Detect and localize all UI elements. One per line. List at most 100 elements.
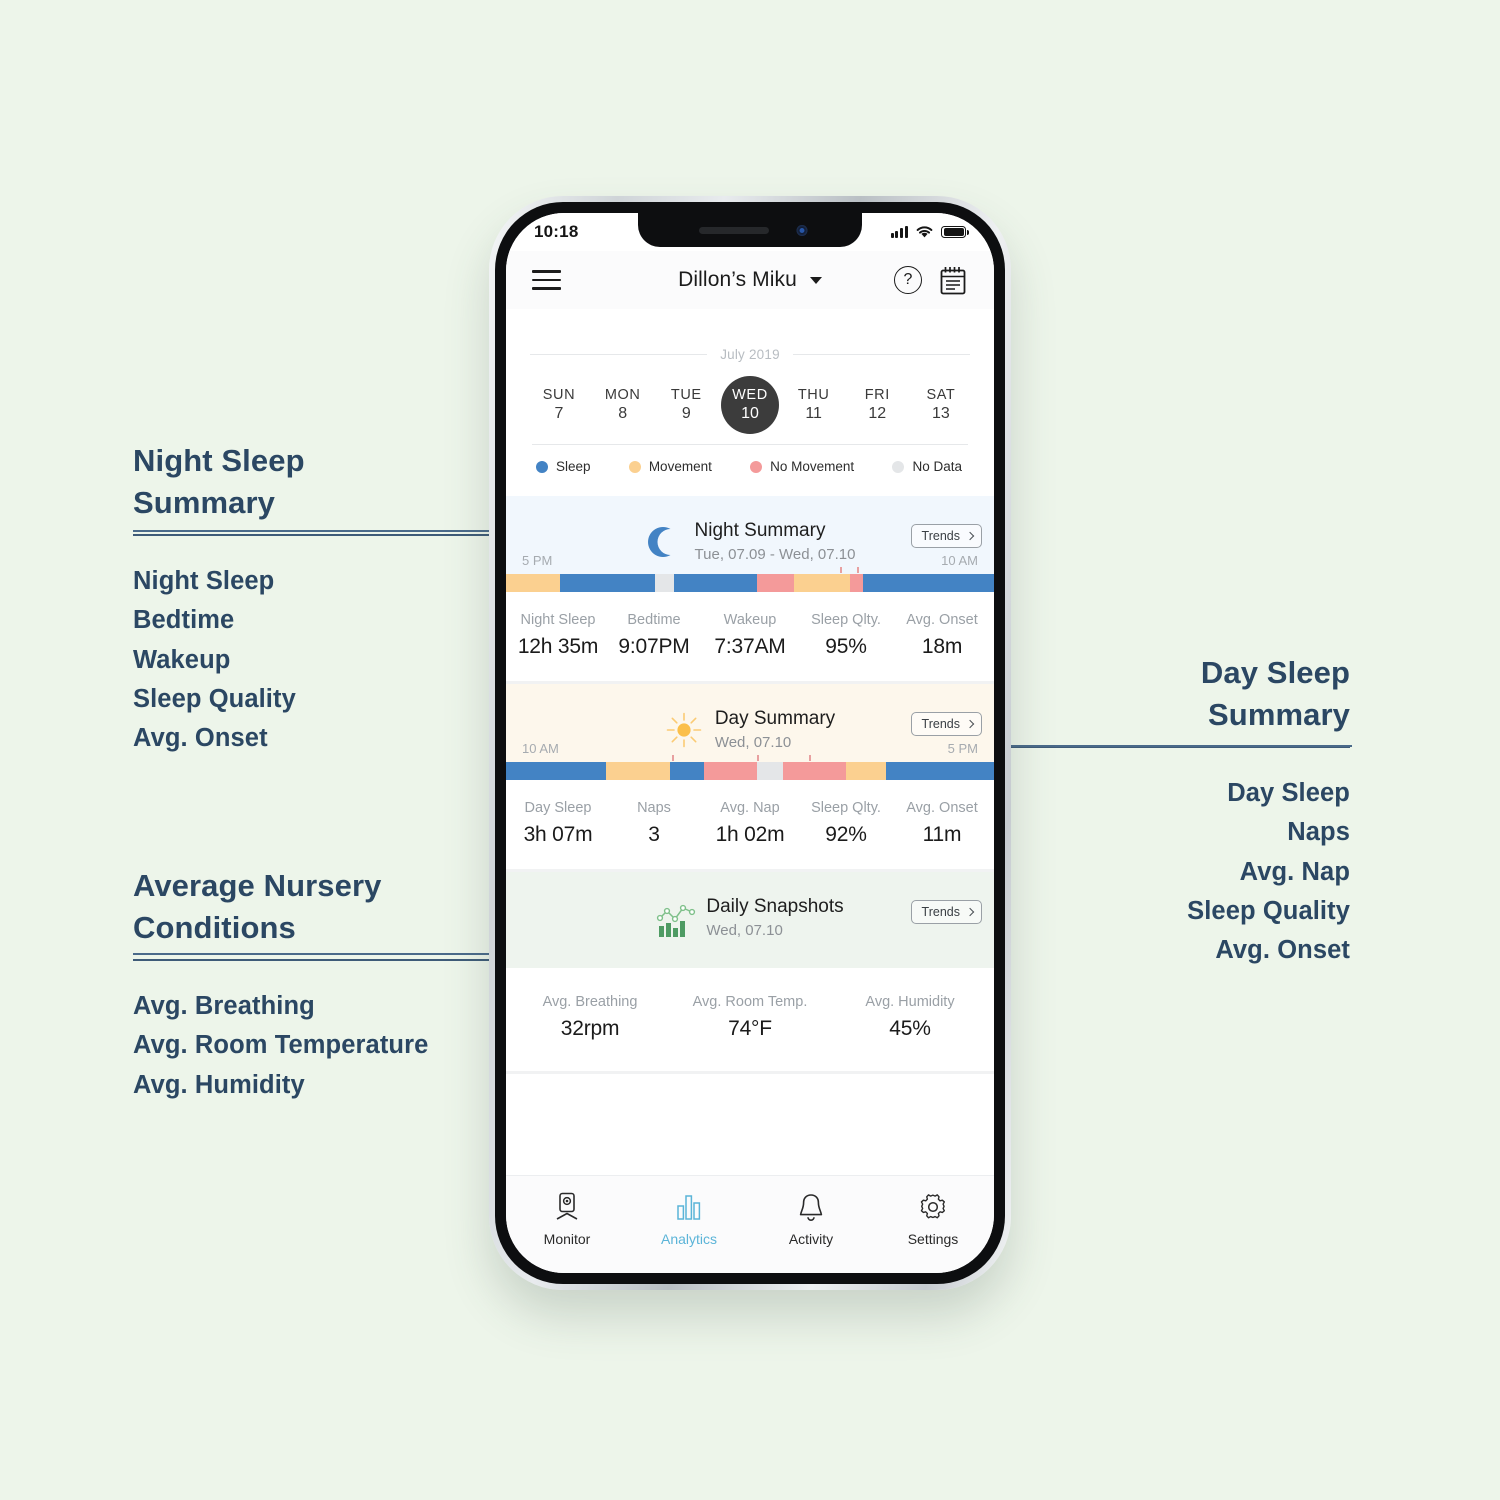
phone-screen: 10:18 Dillon’s Miku ? July 2019 SUN 7 MO…: [506, 213, 994, 1273]
nav-actions: ?: [894, 265, 968, 296]
timeline-tick: [757, 755, 760, 762]
calendar-month-label: July 2019: [720, 347, 780, 362]
camera-monitor-icon: [553, 1192, 581, 1222]
timeline-tick: [671, 755, 674, 762]
timeline-segment: [850, 574, 863, 593]
night-sleep-timeline[interactable]: [506, 567, 994, 593]
timeline-segment: [886, 762, 994, 781]
annotation-day-item: Avg. Onset: [1215, 936, 1350, 965]
calendar-day-sat[interactable]: SAT 13: [912, 376, 970, 434]
day-card-title: Day Summary: [714, 708, 836, 730]
timeline-segment: [757, 762, 783, 781]
chevron-right-icon: [965, 531, 975, 541]
tab-settings[interactable]: Settings: [872, 1192, 994, 1247]
day-card-header: Day Summary Wed, 07.10 Trends 10 AM 5 PM: [506, 684, 994, 763]
timeline-segment: [669, 762, 705, 781]
stat-day-sleep: Day Sleep 3h 07m: [523, 800, 593, 847]
day-stats-row: Day Sleep 3h 07m Naps 3 Avg. Nap 1h 02m …: [506, 780, 994, 870]
timeline-tick: [808, 755, 811, 762]
calendar-day-mon[interactable]: MON 8: [594, 376, 652, 434]
annotation-day-sleep-summary: Day Sleep Summary Day Sleep Naps Avg. Na…: [975, 652, 1350, 970]
chart-bars-line-icon: [656, 899, 696, 938]
timeline-segment: [704, 762, 758, 781]
stat-wakeup: Wakeup 7:37AM: [714, 612, 786, 659]
stat-night-avg-onset: Avg. Onset 18m: [906, 612, 978, 659]
calendar-day-sun[interactable]: SUN 7: [530, 376, 588, 434]
day-axis-start: 10 AM: [522, 741, 559, 757]
timeline-segment: [506, 762, 606, 781]
legend: Sleep Movement No Movement No Data: [530, 445, 970, 474]
annotation-night-item: Bedtime: [133, 606, 235, 635]
timeline-segment: [862, 574, 994, 593]
stat-day-avg-onset: Avg. Onset 11m: [906, 800, 978, 847]
stat-day-sleep-quality: Sleep Qlty. 92%: [811, 800, 881, 847]
snapshots-trends-button[interactable]: Trends: [910, 900, 982, 925]
legend-item-movement: Movement: [628, 459, 712, 474]
gear-icon: [918, 1192, 948, 1222]
day-summary-card: Day Summary Wed, 07.10 Trends 10 AM 5 PM…: [506, 684, 994, 873]
device-title-label: Dillon’s Miku: [678, 268, 797, 291]
night-summary-card: Night Summary Tue, 07.09 - Wed, 07.10 Tr…: [506, 496, 994, 685]
front-camera-icon: [796, 225, 808, 236]
stat-avg-nap: Avg. Nap 1h 02m: [715, 800, 785, 847]
notepad-icon[interactable]: [938, 265, 968, 296]
daily-snapshots-card: Daily Snapshots Wed, 07.10 Trends Avg. B…: [506, 872, 994, 1075]
hamburger-menu-icon[interactable]: [532, 270, 561, 290]
card-divider: [506, 1071, 994, 1075]
day-trends-button[interactable]: Trends: [910, 712, 982, 737]
timeline-segment: [673, 574, 758, 593]
timeline-segment: [654, 574, 674, 593]
legend-item-no-data: No Data: [892, 459, 962, 474]
night-stats-row: Night Sleep 12h 35m Bedtime 9:07PM Wakeu…: [506, 592, 994, 682]
stat-avg-humidity: Avg. Humidity 45%: [865, 994, 955, 1041]
annotation-average-nursery-conditions: Average Nursery Conditions Avg. Breathin…: [133, 865, 503, 1105]
stat-avg-room-temp: Avg. Room Temp. 74°F: [692, 994, 808, 1041]
tab-analytics[interactable]: Analytics: [628, 1192, 750, 1247]
calendar-day-thu[interactable]: THU 11: [785, 376, 843, 434]
tab-monitor[interactable]: Monitor: [506, 1192, 628, 1247]
tab-activity[interactable]: Activity: [750, 1192, 872, 1247]
earpiece-speaker: [699, 227, 769, 234]
night-card-title: Night Summary: [694, 520, 826, 542]
annotation-nursery-rule: [133, 959, 503, 962]
legend-dot-no-data: [892, 460, 905, 473]
timeline-segment: [794, 574, 851, 593]
annotation-nursery-item: Avg. Humidity: [133, 1070, 305, 1099]
phone-notch: [638, 213, 862, 247]
stat-bedtime: Bedtime 9:07PM: [618, 612, 690, 659]
stat-naps: Naps 3: [637, 800, 671, 847]
calendar-day-tue[interactable]: TUE 9: [657, 376, 715, 434]
bar-chart-icon: [674, 1192, 704, 1222]
timeline-segment: [559, 574, 655, 593]
night-trends-button[interactable]: Trends: [910, 524, 982, 549]
calendar-day-wed-selected[interactable]: WED 10: [720, 376, 779, 434]
status-clock: 10:18: [534, 222, 579, 241]
night-axis-start: 5 PM: [522, 553, 553, 569]
cellular-bars-icon: [890, 226, 908, 238]
annotation-night-sleep-summary: Night Sleep Summary Night Sleep Bedtime …: [133, 440, 503, 758]
night-card-header: Night Summary Tue, 07.09 - Wed, 07.10 Tr…: [506, 496, 994, 575]
calendar-day-fri[interactable]: FRI 12: [848, 376, 906, 434]
annotation-night-list: Night Sleep Bedtime Wakeup Sleep Quality…: [133, 562, 503, 758]
annotation-night-item: Avg. Onset: [133, 724, 268, 753]
annotation-day-title: Day Sleep Summary: [1200, 655, 1350, 732]
chevron-right-icon: [965, 907, 975, 917]
annotation-nursery-title: Average Nursery Conditions: [133, 868, 382, 945]
day-axis-end: 5 PM: [947, 741, 978, 757]
annotation-night-title: Night Sleep Summary: [133, 443, 305, 520]
status-icons: [890, 225, 969, 239]
battery-full-icon: [941, 225, 969, 239]
legend-dot-movement: [628, 460, 641, 473]
annotation-day-item: Avg. Nap: [1239, 857, 1350, 886]
annotation-night-item: Wakeup: [133, 645, 231, 674]
timeline-segment: [757, 574, 795, 593]
snapshots-card-header: Daily Snapshots Wed, 07.10 Trends: [506, 872, 994, 969]
legend-item-sleep: Sleep: [536, 459, 591, 474]
timeline-segment: [846, 762, 887, 781]
bottom-tab-bar: Monitor Analytics Activity Settings: [506, 1175, 994, 1273]
legend-dot-sleep: [536, 460, 548, 473]
snapshots-card-title: Daily Snapshots: [706, 896, 844, 918]
day-sleep-timeline[interactable]: [506, 755, 994, 781]
annotation-day-item: Sleep Quality: [1187, 896, 1350, 925]
help-circle-icon[interactable]: ?: [894, 266, 922, 294]
